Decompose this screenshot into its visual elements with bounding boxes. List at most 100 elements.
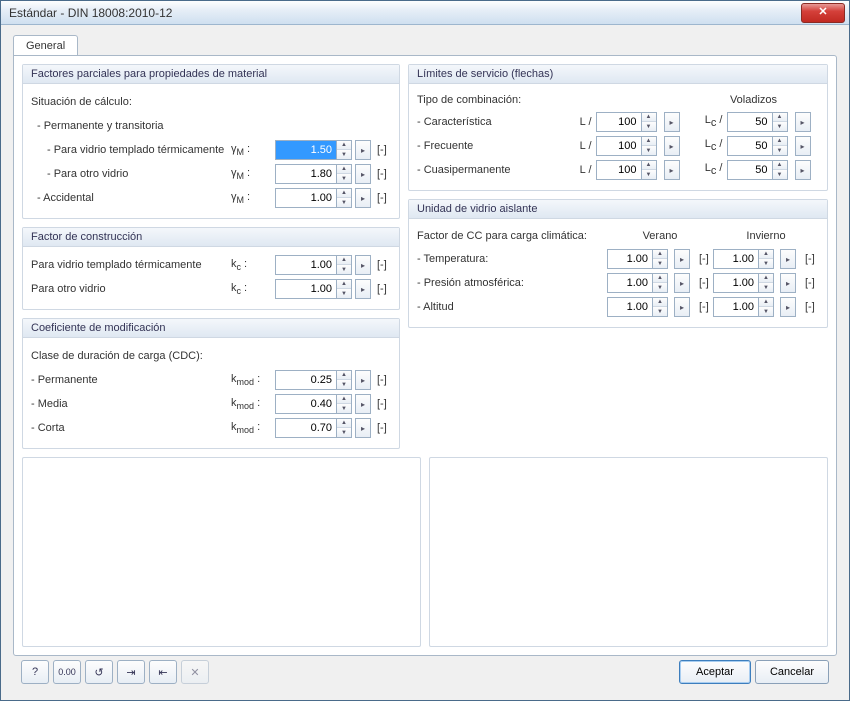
input-temp-invierno[interactable]: ▲▼ (713, 249, 774, 269)
spin-down-icon[interactable]: ▼ (337, 404, 351, 413)
value-input[interactable] (597, 113, 641, 131)
picker-button[interactable]: ▸ (355, 188, 371, 208)
value-input[interactable] (276, 165, 336, 183)
picker-button[interactable]: ▸ (674, 249, 690, 269)
input-gamma-otro[interactable]: ▲▼ (275, 164, 352, 184)
picker-button[interactable]: ▸ (355, 164, 371, 184)
picker-button[interactable]: ▸ (795, 112, 811, 132)
spin-down-icon[interactable]: ▼ (759, 259, 773, 268)
spin-down-icon[interactable]: ▼ (653, 307, 667, 316)
spin-down-icon[interactable]: ▼ (642, 170, 656, 179)
spin-up-icon[interactable]: ▲ (653, 250, 667, 259)
picker-button[interactable]: ▸ (664, 112, 680, 132)
value-input[interactable] (728, 137, 772, 155)
spin-up-icon[interactable]: ▲ (653, 274, 667, 283)
input-Lc-caracteristica[interactable]: ▲▼ (727, 112, 788, 132)
spin-up-icon[interactable]: ▲ (337, 256, 351, 265)
input-gamma-templado[interactable]: ▲▼ (275, 140, 352, 160)
tab-general[interactable]: General (13, 35, 78, 55)
accept-button[interactable]: Aceptar (679, 660, 751, 684)
spin-down-icon[interactable]: ▼ (773, 170, 787, 179)
input-L-caracteristica[interactable]: ▲▼ (596, 112, 657, 132)
spin-down-icon[interactable]: ▼ (773, 122, 787, 131)
spin-down-icon[interactable]: ▼ (653, 283, 667, 292)
spin-down-icon[interactable]: ▼ (337, 428, 351, 437)
spin-up-icon[interactable]: ▲ (642, 113, 656, 122)
spin-down-icon[interactable]: ▼ (337, 198, 351, 207)
value-input[interactable] (276, 280, 336, 298)
picker-button[interactable]: ▸ (355, 255, 371, 275)
picker-button[interactable]: ▸ (355, 418, 371, 438)
input-temp-verano[interactable]: ▲▼ (607, 249, 668, 269)
spin-up-icon[interactable]: ▲ (773, 161, 787, 170)
spin-up-icon[interactable]: ▲ (337, 371, 351, 380)
spin-down-icon[interactable]: ▼ (337, 150, 351, 159)
spin-down-icon[interactable]: ▼ (759, 283, 773, 292)
spin-down-icon[interactable]: ▼ (653, 259, 667, 268)
picker-button[interactable]: ▸ (795, 160, 811, 180)
value-input[interactable] (276, 141, 336, 159)
value-input[interactable] (714, 298, 758, 316)
spin-up-icon[interactable]: ▲ (759, 298, 773, 307)
spin-up-icon[interactable]: ▲ (337, 419, 351, 428)
picker-button[interactable]: ▸ (664, 136, 680, 156)
value-input[interactable] (276, 395, 336, 413)
spin-down-icon[interactable]: ▼ (642, 122, 656, 131)
value-input[interactable] (276, 371, 336, 389)
picker-button[interactable]: ▸ (674, 273, 690, 293)
input-L-cuasipermanente[interactable]: ▲▼ (596, 160, 657, 180)
spin-down-icon[interactable]: ▼ (337, 289, 351, 298)
picker-button[interactable]: ▸ (780, 249, 796, 269)
spin-up-icon[interactable]: ▲ (337, 395, 351, 404)
input-presion-invierno[interactable]: ▲▼ (713, 273, 774, 293)
input-Lc-frecuente[interactable]: ▲▼ (727, 136, 788, 156)
spin-up-icon[interactable]: ▲ (337, 280, 351, 289)
spin-down-icon[interactable]: ▼ (642, 146, 656, 155)
picker-button[interactable]: ▸ (355, 370, 371, 390)
input-kc-otro[interactable]: ▲▼ (275, 279, 352, 299)
value-input[interactable] (597, 137, 641, 155)
input-altitud-invierno[interactable]: ▲▼ (713, 297, 774, 317)
value-input[interactable] (608, 274, 652, 292)
picker-button[interactable]: ▸ (355, 140, 371, 160)
decimals-button[interactable]: 0.00 (53, 660, 81, 684)
spin-up-icon[interactable]: ▲ (337, 165, 351, 174)
input-Lc-cuasipermanente[interactable]: ▲▼ (727, 160, 788, 180)
import-button[interactable]: ⇥ (117, 660, 145, 684)
input-kmod-media[interactable]: ▲▼ (275, 394, 352, 414)
spin-down-icon[interactable]: ▼ (337, 380, 351, 389)
cancel-button[interactable]: Cancelar (755, 660, 829, 684)
close-button[interactable]: ✕ (801, 3, 845, 23)
picker-button[interactable]: ▸ (795, 136, 811, 156)
value-input[interactable] (276, 419, 336, 437)
restore-button[interactable]: ↺ (85, 660, 113, 684)
picker-button[interactable]: ▸ (780, 273, 796, 293)
picker-button[interactable]: ▸ (664, 160, 680, 180)
picker-button[interactable]: ▸ (780, 297, 796, 317)
value-input[interactable] (728, 113, 772, 131)
input-presion-verano[interactable]: ▲▼ (607, 273, 668, 293)
input-kmod-corta[interactable]: ▲▼ (275, 418, 352, 438)
spin-down-icon[interactable]: ▼ (337, 174, 351, 183)
spin-up-icon[interactable]: ▲ (759, 274, 773, 283)
value-input[interactable] (608, 298, 652, 316)
value-input[interactable] (728, 161, 772, 179)
input-gamma-accidental[interactable]: ▲▼ (275, 188, 352, 208)
picker-button[interactable]: ▸ (674, 297, 690, 317)
spin-up-icon[interactable]: ▲ (642, 161, 656, 170)
input-L-frecuente[interactable]: ▲▼ (596, 136, 657, 156)
value-input[interactable] (276, 189, 336, 207)
spin-up-icon[interactable]: ▲ (337, 141, 351, 150)
spin-down-icon[interactable]: ▼ (773, 146, 787, 155)
value-input[interactable] (714, 274, 758, 292)
value-input[interactable] (597, 161, 641, 179)
value-input[interactable] (608, 250, 652, 268)
input-altitud-verano[interactable]: ▲▼ (607, 297, 668, 317)
value-input[interactable] (714, 250, 758, 268)
delete-button[interactable]: ✕ (181, 660, 209, 684)
picker-button[interactable]: ▸ (355, 394, 371, 414)
input-kc-templado[interactable]: ▲▼ (275, 255, 352, 275)
spin-up-icon[interactable]: ▲ (773, 137, 787, 146)
picker-button[interactable]: ▸ (355, 279, 371, 299)
value-input[interactable] (276, 256, 336, 274)
